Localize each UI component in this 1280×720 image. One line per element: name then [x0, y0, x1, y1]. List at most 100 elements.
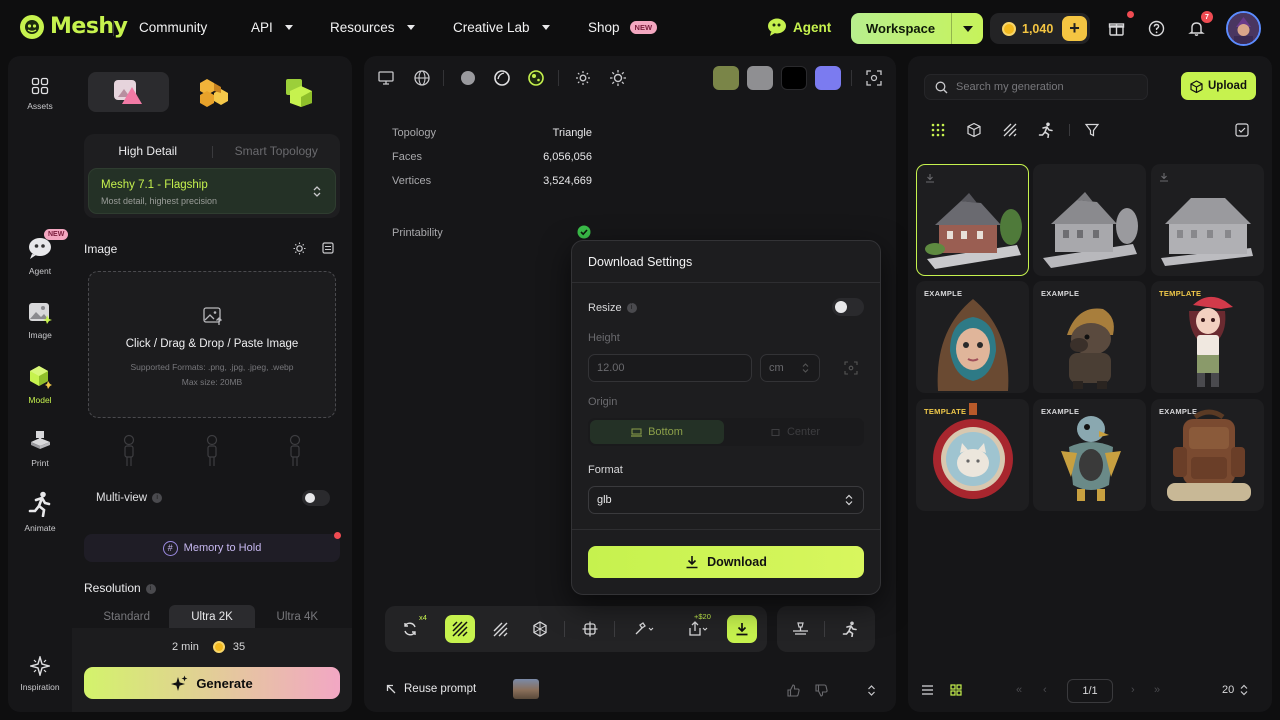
- last-page-icon[interactable]: »: [1154, 684, 1160, 696]
- textured-shading-icon[interactable]: [526, 68, 546, 88]
- tab-text-to-image[interactable]: [88, 72, 170, 112]
- texture-lines-icon[interactable]: [1002, 122, 1018, 138]
- filter-icon[interactable]: [1084, 122, 1100, 138]
- lock-aspect-icon[interactable]: [844, 361, 858, 375]
- rig-button[interactable]: [525, 615, 555, 643]
- generation-tile[interactable]: [1033, 164, 1146, 276]
- light-dim-icon[interactable]: [573, 68, 593, 88]
- origin-bottom[interactable]: Bottom: [590, 420, 724, 444]
- background-swatch-black[interactable]: [781, 66, 807, 90]
- print-button[interactable]: [785, 615, 815, 643]
- credits-balance[interactable]: 1,040 +: [990, 13, 1090, 44]
- globe-icon[interactable]: [412, 68, 432, 88]
- all-grid-icon[interactable]: [930, 122, 946, 138]
- thumbs-down-icon[interactable]: [815, 684, 828, 697]
- memory-to-hold-button[interactable]: # Memory to Hold: [84, 534, 340, 562]
- rail-animate[interactable]: Animate: [0, 491, 80, 533]
- format-select[interactable]: glb: [588, 486, 864, 514]
- focus-frame-icon[interactable]: [864, 68, 884, 88]
- image-dropzone[interactable]: Click / Drag & Drop / Paste Image Suppor…: [88, 271, 336, 418]
- rail-agent[interactable]: Agent: [0, 236, 80, 276]
- origin-center[interactable]: Center: [728, 420, 862, 444]
- nav-creative-lab[interactable]: Creative Lab: [453, 20, 550, 35]
- tools-dropdown[interactable]: [626, 615, 662, 643]
- upload-button[interactable]: Upload: [1181, 72, 1256, 100]
- nav-shop[interactable]: Shop NEW: [588, 20, 658, 35]
- figure-side-icon[interactable]: [203, 434, 221, 468]
- figure-front-icon[interactable]: [120, 434, 138, 468]
- tab-multi-object[interactable]: [173, 72, 254, 112]
- prompt-image-thumbnail[interactable]: [513, 679, 539, 699]
- info-icon[interactable]: i: [145, 583, 156, 594]
- agent-button[interactable]: Agent: [767, 18, 831, 36]
- tab-model[interactable]: [259, 72, 340, 112]
- running-person-icon[interactable]: [1038, 122, 1054, 138]
- workspace-button[interactable]: Workspace: [851, 13, 983, 44]
- prev-page-icon[interactable]: ‹: [1043, 684, 1047, 696]
- generate-button[interactable]: Generate: [84, 667, 340, 699]
- model-version-select[interactable]: Meshy 7.1 - Flagship Most detail, highes…: [88, 168, 336, 214]
- background-swatch-gray[interactable]: [747, 66, 773, 90]
- next-page-icon[interactable]: ›: [1131, 684, 1135, 696]
- cube-icon[interactable]: [966, 122, 982, 138]
- clay-shading-icon[interactable]: [492, 68, 512, 88]
- mode-high-detail[interactable]: High Detail: [84, 144, 212, 158]
- light-bulb-icon[interactable]: [293, 242, 306, 255]
- generation-tile[interactable]: EXAMPLE: [916, 281, 1029, 393]
- download-small-icon[interactable]: [925, 173, 935, 183]
- generation-tile[interactable]: TEMPLATE: [916, 399, 1029, 511]
- gift-icon[interactable]: [1108, 20, 1125, 37]
- unit-select[interactable]: cm: [760, 354, 820, 382]
- help-icon[interactable]: [1148, 20, 1165, 37]
- first-page-icon[interactable]: «: [1016, 684, 1022, 696]
- workspace-dropdown[interactable]: [952, 25, 983, 32]
- reuse-prompt-button[interactable]: Reuse prompt: [386, 683, 476, 695]
- rail-model[interactable]: Model: [0, 365, 80, 405]
- light-bright-icon[interactable]: [608, 68, 628, 88]
- rail-assets[interactable]: Assets: [0, 77, 80, 111]
- thumbs-up-icon[interactable]: [787, 684, 800, 697]
- info-icon[interactable]: i: [152, 492, 163, 503]
- res-standard[interactable]: Standard: [84, 605, 169, 629]
- nav-api[interactable]: API: [251, 20, 293, 35]
- generation-tile[interactable]: [916, 164, 1029, 276]
- resize-toggle[interactable]: [832, 298, 864, 316]
- nav-resources[interactable]: Resources: [330, 20, 415, 35]
- multiview-toggle[interactable]: [302, 490, 330, 506]
- background-swatch-olive[interactable]: [713, 66, 739, 90]
- download-button[interactable]: [727, 615, 757, 643]
- monitor-icon[interactable]: [376, 68, 396, 88]
- info-icon[interactable]: i: [626, 303, 637, 314]
- height-input[interactable]: 12.00: [588, 354, 752, 382]
- history-panel-icon[interactable]: [322, 242, 334, 254]
- search-input[interactable]: [956, 81, 1136, 93]
- page-indicator[interactable]: 1/1: [1067, 679, 1113, 703]
- generation-tile[interactable]: TEMPLATE: [1151, 281, 1264, 393]
- generation-tile[interactable]: EXAMPLE: [1151, 399, 1264, 511]
- rail-print[interactable]: Print: [0, 428, 80, 468]
- chevron-updown-icon[interactable]: [867, 684, 876, 697]
- animate-button[interactable]: [835, 615, 865, 643]
- solid-shading-icon[interactable]: [458, 68, 478, 88]
- list-view-icon[interactable]: [921, 684, 934, 696]
- download-small-icon[interactable]: [1159, 172, 1169, 182]
- page-size-select[interactable]: 20: [1222, 684, 1248, 696]
- mode-smart-topology[interactable]: Smart Topology: [213, 144, 341, 158]
- transform-button[interactable]: [575, 615, 605, 643]
- bell-icon[interactable]: [1188, 20, 1205, 37]
- retexture-button[interactable]: [485, 615, 515, 643]
- user-avatar[interactable]: [1226, 11, 1261, 46]
- rail-image[interactable]: Image: [0, 302, 80, 340]
- generation-tile[interactable]: EXAMPLE: [1033, 281, 1146, 393]
- generation-tile[interactable]: [1151, 164, 1264, 276]
- figure-back-icon[interactable]: [286, 434, 304, 468]
- add-credits-button[interactable]: +: [1062, 16, 1087, 41]
- rail-inspiration[interactable]: Inspiration: [0, 656, 80, 692]
- res-ultra-2k[interactable]: Ultra 2K: [169, 605, 255, 629]
- download-confirm-button[interactable]: Download: [588, 546, 864, 578]
- grid-view-icon[interactable]: [950, 684, 962, 696]
- background-swatch-violet[interactable]: [815, 66, 841, 90]
- res-ultra-4k[interactable]: Ultra 4K: [255, 605, 340, 629]
- texture-button[interactable]: [445, 615, 475, 643]
- nav-community[interactable]: Community: [139, 20, 207, 35]
